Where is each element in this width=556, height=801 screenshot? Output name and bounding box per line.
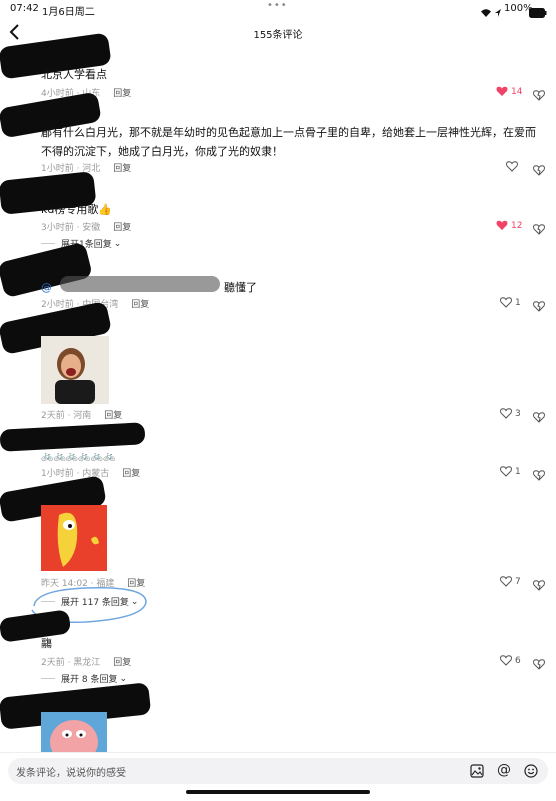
chevron-down-icon: ⌄	[113, 238, 122, 249]
broken-heart-icon	[533, 659, 545, 670]
mention-link[interactable]: @	[41, 278, 52, 297]
comment-text: 鬺	[41, 637, 52, 650]
broken-heart-icon	[533, 470, 545, 481]
home-indicator[interactable]	[186, 790, 370, 794]
wifi-icon	[480, 3, 492, 22]
reply-button[interactable]: 回复	[113, 223, 131, 233]
comment-input[interactable]: 发条评论，说说你的感受	[8, 758, 548, 784]
battery-icon	[529, 3, 547, 22]
comment-time-location: 2天前 · 黑龙江	[41, 658, 101, 668]
expand-replies-label: 展开 8 条回复	[61, 675, 118, 685]
comment-meta: 2天前 · 河南 回复	[41, 408, 122, 421]
comment-time-location: 3小时前 · 安徽	[41, 223, 101, 233]
redacted-scribble	[0, 609, 72, 643]
image-picker-button[interactable]	[470, 763, 484, 782]
like-count: 7	[515, 576, 521, 587]
reply-button[interactable]: 回复	[113, 164, 131, 174]
dislike-button[interactable]	[533, 576, 545, 595]
heart-outline-icon	[500, 466, 512, 477]
like-count: 14	[511, 86, 523, 97]
like-button[interactable]: 7	[500, 576, 521, 587]
divider	[41, 243, 55, 244]
comment-meta: 2天前 · 黑龙江 回复	[41, 655, 131, 668]
reply-button[interactable]: 回复	[113, 658, 131, 668]
reply-button[interactable]: 回复	[122, 469, 140, 479]
dislike-button[interactable]	[533, 161, 545, 180]
broken-heart-icon	[533, 90, 545, 101]
heart-outline-icon	[500, 408, 512, 419]
heart-filled-icon	[496, 86, 508, 96]
like-count: 1	[515, 466, 521, 477]
status-date: 1月6日周二	[42, 7, 95, 18]
dislike-button[interactable]	[533, 408, 545, 427]
comment-text: kd榜专用歌👍	[41, 203, 113, 216]
like-button[interactable]: 6	[500, 655, 521, 666]
mention-button[interactable]: @	[497, 762, 511, 778]
emoji-button[interactable]	[524, 763, 538, 782]
emoji-icon	[524, 764, 538, 778]
like-count: 3	[515, 408, 521, 419]
status-time: 07:42	[10, 3, 39, 14]
heart-outline-icon	[500, 576, 512, 587]
comment-time-location: 2天前 · 河南	[41, 411, 92, 421]
broken-heart-icon	[533, 165, 545, 176]
dislike-button[interactable]	[533, 466, 545, 485]
dislike-button[interactable]	[533, 655, 545, 674]
like-count: 12	[511, 220, 523, 231]
dislike-button[interactable]	[533, 297, 545, 316]
broken-heart-icon	[533, 301, 545, 312]
reply-button[interactable]: 回复	[131, 300, 149, 310]
at-icon: @	[497, 762, 511, 778]
comment-meta: 3小时前 · 安徽 回复	[41, 220, 131, 233]
multitask-dots[interactable]: •••	[267, 0, 288, 11]
comment-image-cartoon-banana[interactable]	[41, 505, 107, 571]
like-button[interactable]: 12	[496, 220, 522, 231]
expand-replies-button[interactable]: 展开 8 条回复 ⌄	[41, 672, 127, 685]
broken-heart-icon	[533, 224, 545, 235]
reply-button[interactable]: 回复	[104, 411, 122, 421]
location-icon	[494, 3, 502, 22]
like-count: 1	[515, 297, 521, 308]
like-button[interactable]: 1	[500, 297, 521, 308]
chevron-down-icon: ⌄	[119, 673, 127, 684]
divider	[41, 678, 55, 679]
broken-heart-icon	[533, 412, 545, 423]
comment-image-pink-starfish[interactable]	[41, 712, 107, 752]
heart-outline-icon	[506, 161, 518, 172]
heart-outline-icon	[500, 655, 512, 666]
image-icon	[470, 764, 484, 778]
broken-heart-icon	[533, 580, 545, 591]
reply-button[interactable]: 回复	[113, 89, 131, 99]
dislike-button[interactable]	[533, 220, 545, 239]
heart-outline-icon	[500, 297, 512, 308]
like-button[interactable]: 1	[500, 466, 521, 477]
like-button[interactable]: 14	[496, 86, 522, 97]
heart-filled-icon	[496, 220, 508, 230]
comment-text: 北京人学看点	[41, 68, 107, 81]
comment-text: 聽懂了	[224, 281, 257, 294]
dislike-button[interactable]	[533, 86, 545, 105]
comment-input-placeholder: 发条评论，说说你的感受	[16, 768, 126, 779]
comment-text: 🚲🚲🚲🚲🚲🚲	[41, 451, 116, 462]
comment-text: 郿有什么白月光，那不就是年幼时的见色起意加上一点骨子里的自卑，给她套上一层神性光…	[41, 126, 536, 158]
comment-image-laughing-woman[interactable]	[41, 336, 109, 404]
like-count: 6	[515, 655, 521, 666]
like-button[interactable]	[506, 161, 521, 172]
like-button[interactable]: 3	[500, 408, 521, 419]
redacted-scribble	[60, 276, 220, 292]
